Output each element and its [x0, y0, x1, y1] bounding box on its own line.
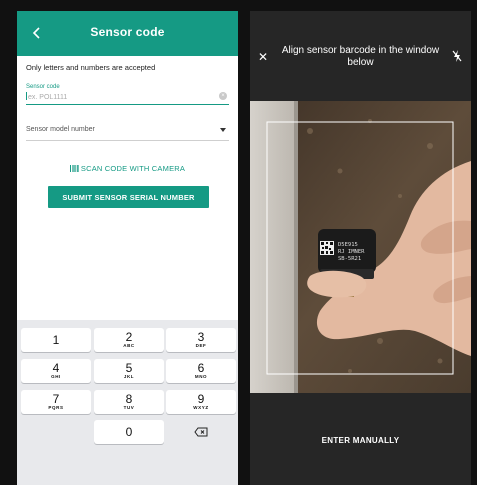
close-camera-button[interactable]: ✕: [258, 50, 268, 64]
scan-camera-label: SCAN CODE WITH CAMERA: [80, 164, 186, 173]
close-icon: ✕: [258, 50, 269, 64]
camera-top-bar: ✕ Align sensor barcode in the window bel…: [250, 11, 471, 101]
camera-scan-screen: ✕ Align sensor barcode in the window bel…: [250, 11, 471, 485]
app-bar: Sensor code: [17, 11, 238, 56]
page-title: Sensor code: [90, 25, 165, 39]
key-digit: 4: [52, 361, 60, 375]
key-digit: 8: [125, 392, 133, 406]
sensor-model-placeholder: Sensor model number: [26, 126, 95, 133]
key-digit: 0: [125, 425, 133, 439]
key-letters: PQRS: [48, 405, 64, 410]
backspace-icon: [194, 427, 208, 437]
sensor-code-placeholder: ex. POL1111: [28, 94, 68, 101]
dropdown-arrow-icon: [220, 128, 226, 132]
sensor-label-line-3: SB-5R21: [338, 256, 361, 262]
scan-camera-button[interactable]: SCAN CODE WITH CAMERA: [17, 164, 238, 173]
sensor-label-line-2: RJ IMNER: [338, 249, 365, 255]
key-9[interactable]: 9 WXYZ: [166, 390, 236, 414]
key-5[interactable]: 5 JKL: [94, 359, 164, 383]
key-letters: ABC: [123, 343, 135, 348]
key-letters: MNO: [194, 374, 208, 379]
scan-instruction: Align sensor barcode in the window below: [281, 45, 440, 68]
key-2[interactable]: 2 ABC: [94, 328, 164, 352]
backspace-key[interactable]: [166, 420, 236, 444]
key-digit: 9: [197, 392, 205, 406]
close-icon: ×: [221, 93, 225, 99]
enter-manually-button[interactable]: ENTER MANUALLY: [250, 436, 471, 445]
camera-viewfinder: D5E915 RJ IMNER SB-5R21: [250, 101, 471, 393]
key-digit: 2: [125, 330, 133, 344]
input-hint: Only letters and numbers are accepted: [26, 63, 156, 72]
key-0[interactable]: 0: [94, 420, 164, 444]
key-digit: 5: [125, 361, 133, 375]
camera-preview-image: D5E915 RJ IMNER SB-5R21: [250, 101, 471, 393]
sensor-label-line-1: D5E915: [338, 242, 358, 248]
key-4[interactable]: 4 GHI: [21, 359, 91, 383]
key-3[interactable]: 3 DEF: [166, 328, 236, 352]
clear-input-button[interactable]: ×: [219, 92, 227, 100]
camera-bottom-bar: ENTER MANUALLY: [250, 393, 471, 485]
submit-serial-button[interactable]: SUBMIT SENSOR SERIAL NUMBER: [48, 186, 209, 208]
numeric-keypad: 1 2 ABC 3 DEF 4 GHI 5 JKL 6 MNO 7 PQRS 8…: [17, 320, 238, 485]
key-digit: 7: [52, 392, 60, 406]
key-8[interactable]: 8 TUV: [94, 390, 164, 414]
sensor-model-select[interactable]: Sensor model number: [26, 126, 229, 141]
sensor-code-label: Sensor code: [26, 84, 60, 90]
barcode-scan-icon: [69, 165, 79, 172]
key-letters: TUV: [123, 405, 135, 410]
key-7[interactable]: 7 PQRS: [21, 390, 91, 414]
key-digit: 1: [52, 333, 60, 347]
text-cursor: [26, 92, 27, 100]
sensor-code-field[interactable]: Sensor code ex. POL1111 ×: [26, 84, 229, 105]
sensor-code-screen: Sensor code Only letters and numbers are…: [17, 11, 238, 485]
key-1[interactable]: 1: [21, 328, 91, 352]
key-letters: WXYZ: [193, 405, 209, 410]
key-digit: 3: [197, 330, 205, 344]
sensor-model-dropdown[interactable]: Sensor model number: [26, 126, 229, 141]
key-6[interactable]: 6 MNO: [166, 359, 236, 383]
key-letters: JKL: [123, 374, 135, 379]
screenshot-frame: Sensor code Only letters and numbers are…: [0, 0, 477, 485]
key-letters: DEF: [195, 343, 207, 348]
sensor-code-input[interactable]: ex. POL1111 ×: [26, 92, 229, 105]
key-digit: 6: [197, 361, 205, 375]
flash-off-icon[interactable]: [452, 50, 462, 62]
key-letters: GHI: [51, 374, 61, 379]
